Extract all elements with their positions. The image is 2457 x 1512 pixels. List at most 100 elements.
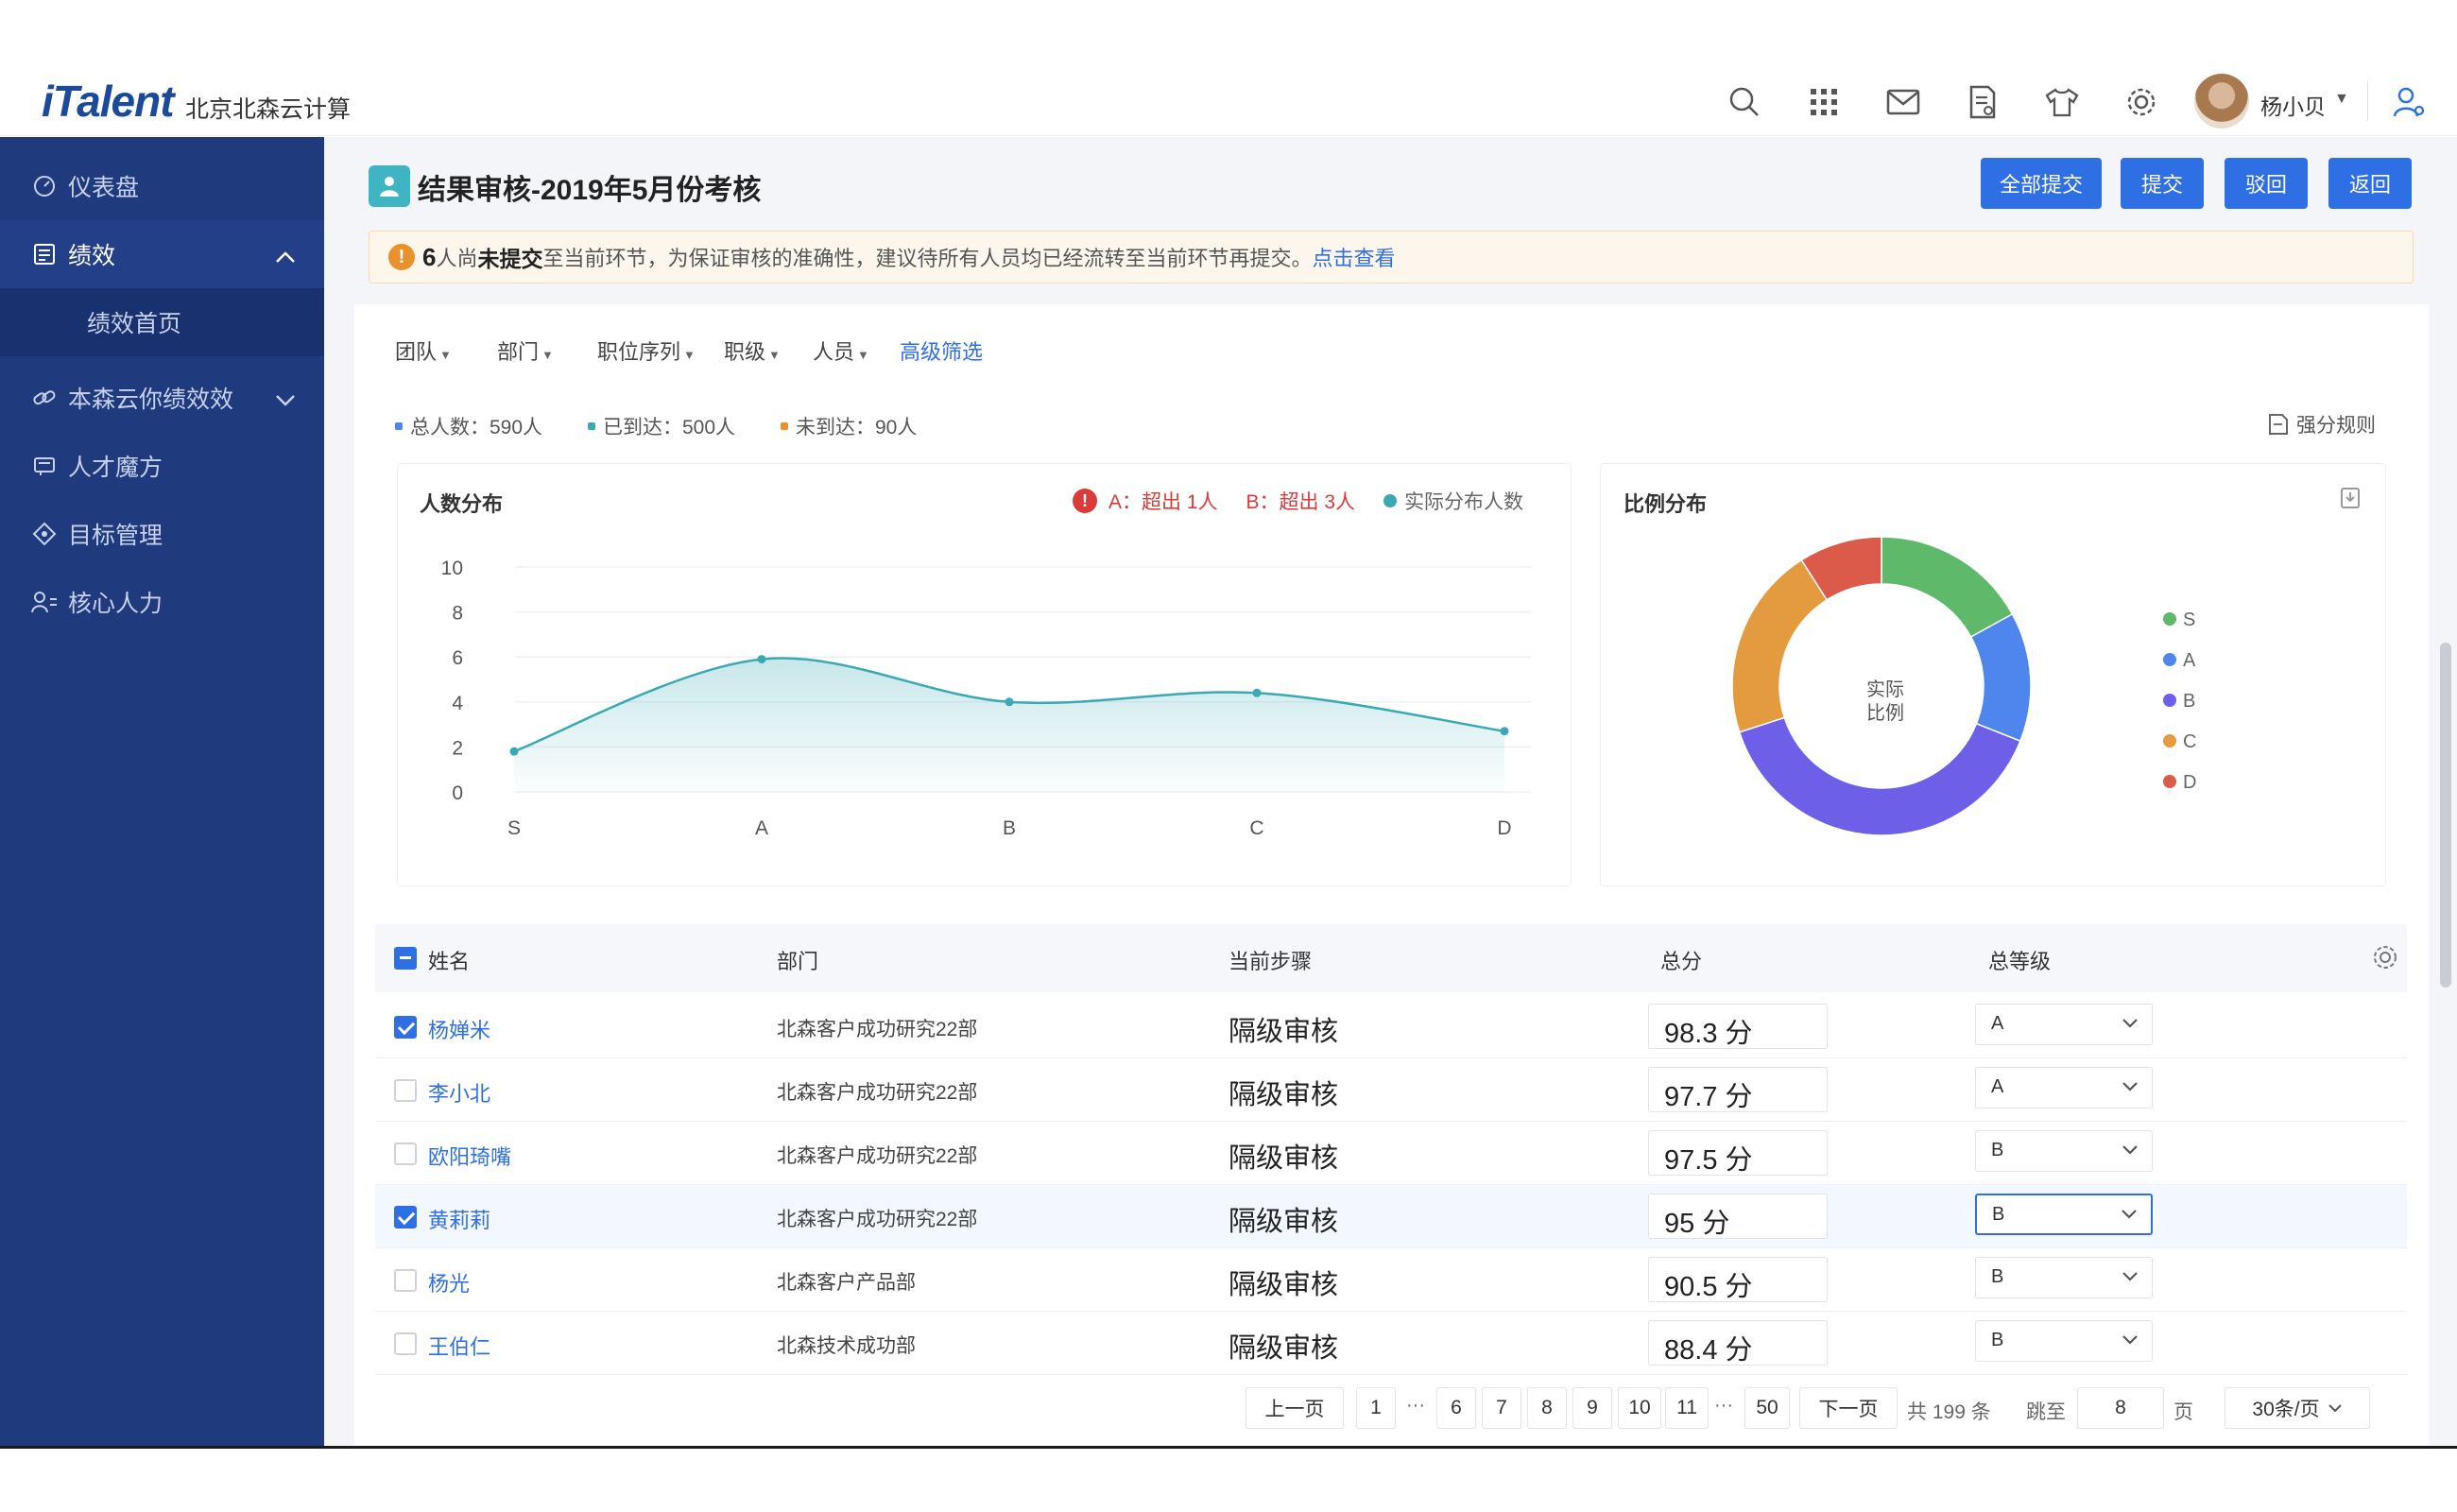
sidebar-item-performance-home[interactable]: 绩效首页 bbox=[0, 288, 324, 356]
table-row[interactable]: 杨婵米 北森客户成功研究22部 隔级审核 98.3 分 A bbox=[375, 995, 2407, 1058]
force-rule-link[interactable]: 强分规则 bbox=[2268, 410, 2376, 438]
score-input[interactable]: 97.7 分 bbox=[1648, 1067, 1828, 1112]
sidebar-item-dashboard[interactable]: 仪表盘 bbox=[0, 152, 324, 220]
pie-chart-title: 比例分布 bbox=[1624, 492, 1708, 516]
sidebar-item-performance[interactable]: 绩效 bbox=[0, 220, 324, 288]
user-settings-icon[interactable] bbox=[2391, 83, 2429, 121]
x-tick-label: A bbox=[755, 817, 768, 839]
submit-all-button[interactable]: 全部提交 bbox=[1981, 158, 2102, 209]
warning-link[interactable]: 点击查看 bbox=[1313, 242, 1396, 272]
table-row[interactable]: 李小北 北森客户成功研究22部 隔级审核 97.7 分 A bbox=[375, 1058, 2407, 1122]
legend-dot bbox=[2163, 694, 2176, 707]
warning-icon: ! bbox=[388, 244, 415, 270]
username[interactable]: 杨小贝 bbox=[2260, 89, 2326, 121]
legend-label: S bbox=[2183, 610, 2195, 630]
row-checkbox[interactable] bbox=[394, 1269, 417, 1292]
page-1-button[interactable]: 1 bbox=[1356, 1387, 1396, 1429]
row-checkbox[interactable] bbox=[394, 1016, 417, 1039]
gear-icon[interactable] bbox=[2122, 83, 2160, 121]
filter-level[interactable]: 职级 ▼ bbox=[724, 335, 781, 366]
search-icon[interactable] bbox=[1726, 83, 1763, 121]
back-button[interactable]: 返回 bbox=[2328, 158, 2412, 209]
department-cell: 北森客户成功研究22部 bbox=[777, 1082, 978, 1104]
score-input[interactable]: 95 分 bbox=[1648, 1194, 1828, 1239]
employee-name-link[interactable]: 黄莉莉 bbox=[428, 1204, 490, 1234]
employee-name-link[interactable]: 欧阳琦嘴 bbox=[428, 1141, 511, 1171]
legend-dot bbox=[781, 422, 788, 430]
step-cell: 隔级审核 bbox=[1228, 1080, 1339, 1110]
legend-label: B bbox=[2183, 691, 2195, 712]
score-input[interactable]: 88.4 分 bbox=[1648, 1320, 1828, 1366]
grade-select[interactable]: B bbox=[1975, 1257, 2153, 1298]
filter-team[interactable]: 团队 ▼ bbox=[395, 335, 452, 366]
force-rule-label: 强分规则 bbox=[2296, 415, 2376, 437]
table-row[interactable]: 杨光 北森客户产品部 隔级审核 90.5 分 B bbox=[375, 1248, 2407, 1312]
page-size-value: 30条/页 bbox=[2252, 1399, 2320, 1420]
employee-name-link[interactable]: 王伯仁 bbox=[428, 1331, 490, 1361]
download-icon[interactable] bbox=[2340, 487, 2361, 514]
mail-icon[interactable] bbox=[1884, 83, 1922, 121]
grade-select[interactable]: B bbox=[1975, 1130, 2153, 1172]
goto-page-input[interactable]: 8 bbox=[2077, 1387, 2164, 1429]
row-checkbox[interactable] bbox=[394, 1206, 417, 1228]
employee-name-link[interactable]: 杨光 bbox=[428, 1267, 470, 1297]
grade-select[interactable]: B bbox=[1975, 1320, 2153, 1362]
dropdown-arrow-icon: ▼ bbox=[857, 348, 869, 362]
shirt-icon[interactable] bbox=[2043, 83, 2081, 121]
filter-person[interactable]: 人员 ▼ bbox=[813, 335, 869, 366]
scrollbar[interactable] bbox=[2440, 643, 2451, 988]
reject-button[interactable]: 驳回 bbox=[2225, 158, 2308, 209]
table-row[interactable]: 黄莉莉 北森客户成功研究22部 隔级审核 95 分 B bbox=[375, 1185, 2407, 1248]
stat-label: 未到达：90人 bbox=[796, 417, 918, 438]
sidebar-item-cloud-performance[interactable]: 本森云你绩效效 bbox=[0, 364, 324, 432]
prev-page-button[interactable]: 上一页 bbox=[1246, 1387, 1344, 1429]
page-6-button[interactable]: 6 bbox=[1436, 1387, 1476, 1429]
grade-select[interactable]: A bbox=[1975, 1067, 2153, 1108]
next-page-button[interactable]: 下一页 bbox=[1799, 1387, 1898, 1429]
page-10-button[interactable]: 10 bbox=[1618, 1387, 1661, 1429]
table-row[interactable]: 王伯仁 北森技术成功部 隔级审核 88.4 分 B bbox=[375, 1312, 2407, 1375]
submit-button[interactable]: 提交 bbox=[2121, 158, 2204, 209]
page-11-button[interactable]: 11 bbox=[1665, 1387, 1709, 1429]
page-9-button[interactable]: 9 bbox=[1572, 1387, 1612, 1429]
warning-count-suffix: 人尚 bbox=[436, 247, 478, 270]
avatar[interactable] bbox=[2194, 74, 2249, 129]
employee-name-link[interactable]: 杨婵米 bbox=[428, 1014, 490, 1044]
sidebar-item-core-hr[interactable]: 核心人力 bbox=[0, 568, 324, 636]
apps-grid-icon[interactable] bbox=[1805, 83, 1843, 121]
grade-select[interactable]: B bbox=[1975, 1194, 2153, 1235]
chevron-down-icon bbox=[2122, 1335, 2138, 1345]
employee-name-link[interactable]: 李小北 bbox=[428, 1077, 490, 1108]
row-checkbox[interactable] bbox=[394, 1143, 417, 1165]
score-input[interactable]: 90.5 分 bbox=[1648, 1257, 1828, 1302]
filter-job-sequence[interactable]: 职位序列 ▼ bbox=[597, 335, 696, 366]
warning-banner: ! 6 人尚 未提交 至当前环节，为保证审核的准确性，建议待所有人员均已经流转至… bbox=[369, 231, 2414, 284]
score-input[interactable]: 98.3 分 bbox=[1648, 1004, 1828, 1049]
header-grade: 总等级 bbox=[1988, 950, 2052, 973]
sidebar-item-label: 核心人力 bbox=[68, 591, 163, 617]
filter-department[interactable]: 部门 ▼ bbox=[497, 335, 554, 366]
select-all-checkbox[interactable] bbox=[394, 947, 417, 970]
pie-slice bbox=[1881, 536, 2014, 638]
page-7-button[interactable]: 7 bbox=[1482, 1387, 1521, 1429]
sidebar-item-talent-cube[interactable]: 人才魔方 bbox=[0, 432, 324, 500]
filter-label: 职级 bbox=[724, 340, 766, 364]
user-menu-caret-icon[interactable]: ▼ bbox=[2334, 91, 2349, 108]
stat-arrived: 已到达：500人 bbox=[588, 412, 735, 440]
row-checkbox[interactable] bbox=[394, 1079, 417, 1102]
page-50-button[interactable]: 50 bbox=[1744, 1387, 1790, 1429]
score-input[interactable]: 97.5 分 bbox=[1648, 1130, 1828, 1176]
stat-label: 总人数：590人 bbox=[410, 417, 543, 438]
page-size-select[interactable]: 30条/页 bbox=[2225, 1387, 2370, 1429]
column-settings-gear-icon[interactable] bbox=[2371, 943, 2399, 976]
grade-select[interactable]: A bbox=[1975, 1004, 2153, 1045]
row-checkbox[interactable] bbox=[394, 1332, 417, 1355]
data-point bbox=[757, 655, 766, 664]
table-row[interactable]: 欧阳琦嘴 北森客户成功研究22部 隔级审核 97.5 分 B bbox=[375, 1122, 2407, 1185]
advanced-filter-link[interactable]: 高级筛选 bbox=[900, 335, 983, 366]
page-8-button[interactable]: 8 bbox=[1527, 1387, 1567, 1429]
document-icon[interactable] bbox=[1964, 83, 2002, 121]
sidebar-item-target-management[interactable]: 目标管理 bbox=[0, 500, 324, 568]
series-area bbox=[514, 658, 1504, 792]
department-cell: 北森客户成功研究22部 bbox=[777, 1145, 978, 1167]
